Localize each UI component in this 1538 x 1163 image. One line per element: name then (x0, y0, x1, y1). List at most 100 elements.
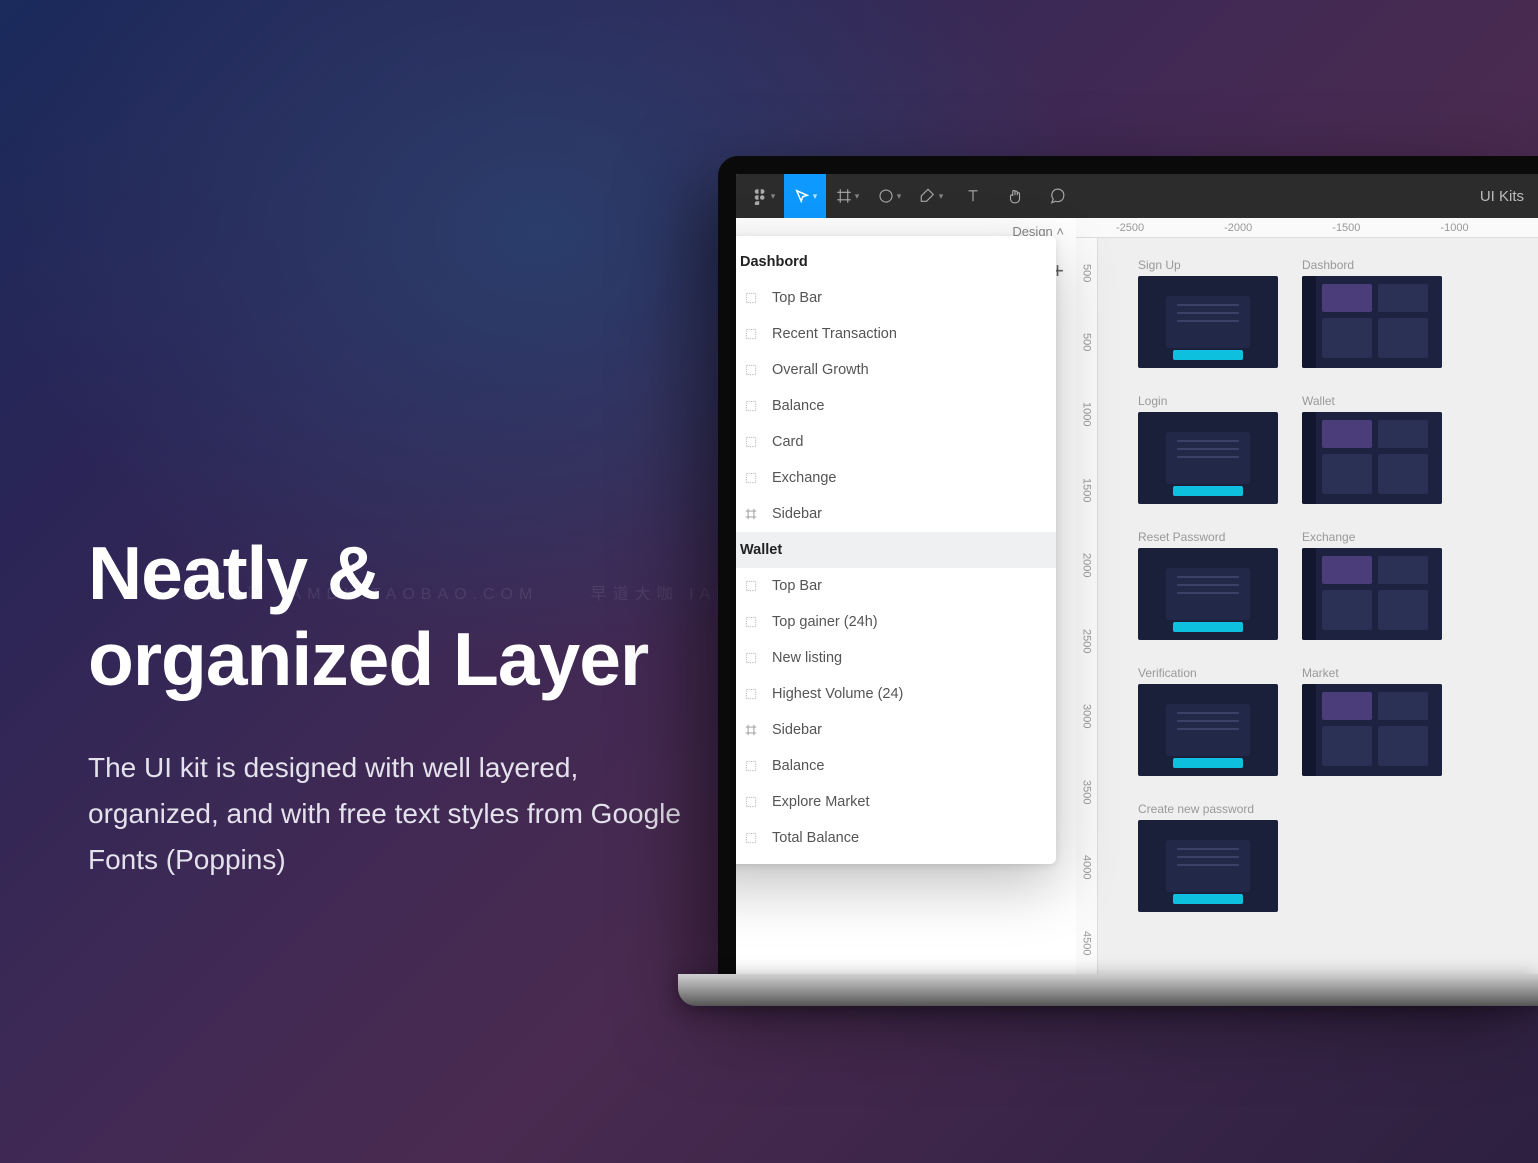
hand-tool[interactable] (994, 174, 1036, 218)
canvas-frame-label[interactable]: Exchange (1302, 530, 1442, 544)
frame-tool[interactable]: ▾ (826, 174, 868, 218)
ruler-tick: 4500 (1081, 931, 1093, 955)
layer-label: Overall Growth (772, 362, 869, 378)
ruler-tick: 2500 (1081, 629, 1093, 653)
hero-title-line2: organized Layer (88, 617, 648, 701)
canvas-frame-label[interactable]: Create new password (1138, 802, 1278, 816)
layer-label: Explore Market (772, 794, 870, 810)
group-icon (742, 325, 760, 343)
laptop-mockup: ▾ ▾ ▾ ▾ ▾ (718, 156, 1538, 1006)
canvas-frame[interactable] (1302, 276, 1442, 368)
layer-label: Card (772, 434, 803, 450)
group-icon (742, 433, 760, 451)
file-title[interactable]: UI Kits (1480, 188, 1532, 205)
ruler-tick: 500 (1081, 333, 1093, 351)
hero-title: Neatly & organized Layer (88, 530, 688, 703)
canvas-frame-label[interactable]: Wallet (1302, 394, 1442, 408)
ruler-tick: -1500 (1292, 222, 1400, 234)
ruler-tick: 2000 (1081, 553, 1093, 577)
layer-row-wallet[interactable]: Wallet (736, 532, 1056, 568)
figma-canvas[interactable]: Sign Up Login Reset Password Verification Cr… (1098, 238, 1538, 981)
group-icon (742, 685, 760, 703)
canvas-frame-label[interactable]: Verification (1138, 666, 1278, 680)
canvas-frame[interactable] (1138, 548, 1278, 640)
layer-row-sidebar[interactable]: Sidebar (736, 496, 1056, 532)
layer-row-explore-market[interactable]: Explore Market (736, 784, 1056, 820)
ruler-tick: 4000 (1081, 855, 1093, 879)
layer-row-top-gainer-24h-[interactable]: Top gainer (24h) (736, 604, 1056, 640)
layer-label: Dashbord (740, 254, 808, 270)
canvas-frame[interactable] (1138, 412, 1278, 504)
group-icon (742, 829, 760, 847)
layer-label: Total Balance (772, 830, 859, 846)
layer-row-top-bar[interactable]: Top Bar (736, 568, 1056, 604)
canvas-frame-label[interactable]: Market (1302, 666, 1442, 680)
canvas-frame[interactable] (1302, 412, 1442, 504)
group-icon (742, 397, 760, 415)
figma-app: ▾ ▾ ▾ ▾ ▾ (736, 174, 1538, 981)
layer-label: Recent Transaction (772, 326, 897, 342)
figma-toolbar: ▾ ▾ ▾ ▾ ▾ (736, 174, 1538, 218)
group-icon (742, 289, 760, 307)
canvas-frame-label[interactable]: Login (1138, 394, 1278, 408)
ruler-tick: -1000 (1400, 222, 1508, 234)
ruler-tick: -2000 (1184, 222, 1292, 234)
layer-label: Exchange (772, 470, 837, 486)
canvas-frame-label[interactable]: Sign Up (1138, 258, 1278, 272)
layer-row-balance[interactable]: Balance (736, 388, 1056, 424)
layer-row-total-balance[interactable]: Total Balance (736, 820, 1056, 856)
layer-label: Highest Volume (24) (772, 686, 903, 702)
layer-label: Balance (772, 758, 824, 774)
ruler-tick: 1500 (1081, 478, 1093, 502)
layer-label: Sidebar (772, 722, 822, 738)
layer-label: Sidebar (772, 506, 822, 522)
frame-icon (742, 721, 760, 739)
canvas-frame[interactable] (1302, 548, 1442, 640)
figma-menu-button[interactable]: ▾ (742, 174, 784, 218)
group-icon (742, 649, 760, 667)
comment-tool[interactable] (1036, 174, 1078, 218)
ruler-tick: 3000 (1081, 704, 1093, 728)
layer-row-highest-volume-24-[interactable]: Highest Volume (24) (736, 676, 1056, 712)
hero-text: Neatly & organized Layer The UI kit is d… (88, 530, 688, 883)
layers-panel: Dashbord Top Bar Recent Transaction Overall… (736, 236, 1056, 864)
layer-label: New listing (772, 650, 842, 666)
canvas-frame[interactable] (1138, 684, 1278, 776)
vertical-ruler: 50050010001500200025003000350040004500 (1076, 238, 1098, 981)
layer-row-balance[interactable]: Balance (736, 748, 1056, 784)
laptop-base (678, 974, 1538, 1006)
layer-row-dashbord[interactable]: Dashbord (736, 244, 1056, 280)
layer-row-new-listing[interactable]: New listing (736, 640, 1056, 676)
ruler-tick: 1000 (1081, 402, 1093, 426)
move-tool[interactable]: ▾ (784, 174, 826, 218)
group-icon (742, 577, 760, 595)
canvas-frame[interactable] (1302, 684, 1442, 776)
ruler-tick: 3500 (1081, 780, 1093, 804)
layer-row-recent-transaction[interactable]: Recent Transaction (736, 316, 1056, 352)
group-icon (742, 757, 760, 775)
layer-row-sidebar[interactable]: Sidebar (736, 712, 1056, 748)
layer-row-overall-growth[interactable]: Overall Growth (736, 352, 1056, 388)
frame-icon (742, 505, 760, 523)
group-icon (742, 469, 760, 487)
layer-row-top-bar[interactable]: Top Bar (736, 280, 1056, 316)
layer-label: Top gainer (24h) (772, 614, 878, 630)
horizontal-ruler: -2500-2000-1500-1000-500 (1076, 218, 1538, 238)
layer-label: Top Bar (772, 578, 822, 594)
canvas-frame-label[interactable]: Dashbord (1302, 258, 1442, 272)
ruler-tick: -500 (1509, 222, 1538, 234)
laptop-screen: ▾ ▾ ▾ ▾ ▾ (718, 156, 1538, 981)
hero-title-line1: Neatly & (88, 531, 380, 615)
text-tool[interactable] (952, 174, 994, 218)
group-icon (742, 793, 760, 811)
canvas-frame-label[interactable]: Reset Password (1138, 530, 1278, 544)
canvas-frame[interactable] (1138, 820, 1278, 912)
layer-row-exchange[interactable]: Exchange (736, 460, 1056, 496)
group-icon (742, 613, 760, 631)
pen-tool[interactable]: ▾ (910, 174, 952, 218)
layer-label: Balance (772, 398, 824, 414)
shape-tool[interactable]: ▾ (868, 174, 910, 218)
canvas-frame[interactable] (1138, 276, 1278, 368)
layer-label: Top Bar (772, 290, 822, 306)
layer-row-card[interactable]: Card (736, 424, 1056, 460)
